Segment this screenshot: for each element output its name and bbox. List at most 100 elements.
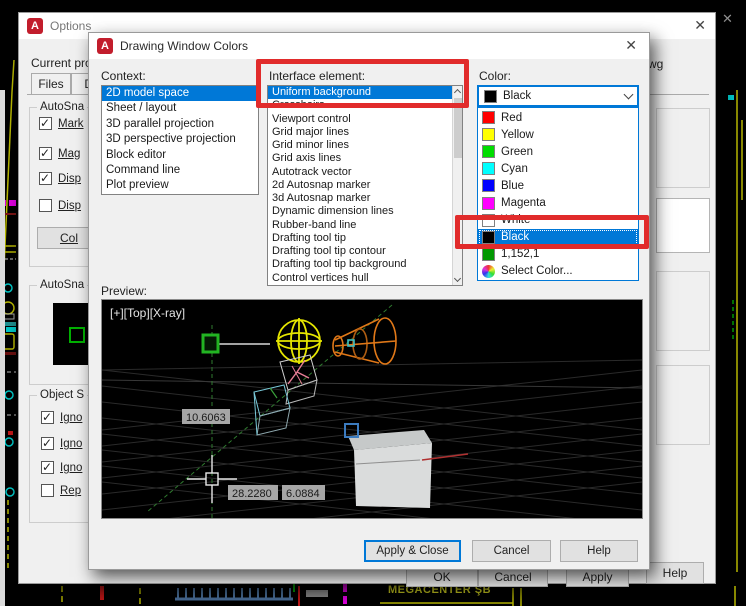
magnet-checkbox-row[interactable]: Mag (39, 146, 81, 160)
ignore-dimension-checkbox[interactable] (41, 436, 54, 450)
color-combobox[interactable]: Black (477, 85, 639, 107)
display-aperture-checkbox-label: Disp (58, 199, 82, 212)
interface-list-scrollbar[interactable] (452, 86, 462, 285)
context-item[interactable]: Block editor (102, 148, 258, 163)
blue-swatch (482, 179, 495, 193)
color-option-cyan[interactable]: Cyan (478, 160, 638, 177)
interface-item[interactable]: Drafting tool tip contour (268, 245, 452, 258)
autocad-screen: MEGACENTER ŞB ✕ A Options ✕ Current prof… (0, 0, 746, 606)
interface-item[interactable]: Drafting tool tip (268, 232, 452, 245)
interface-item[interactable]: Drafting tool tip background (268, 258, 452, 271)
color-option-blue[interactable]: Blue (478, 177, 638, 194)
color-dropdown-list[interactable]: Red Yellow Green Cyan Blue Magenta White… (477, 107, 639, 281)
color-option-label: Select Color... (501, 265, 573, 278)
options-help-button[interactable]: Help (646, 562, 704, 584)
coord-x-value: 28.2280 (232, 488, 272, 500)
context-item[interactable]: 3D perspective projection (102, 132, 258, 147)
right-list-stub (656, 198, 710, 253)
interface-item[interactable]: Grid minor lines (268, 139, 452, 152)
context-item[interactable]: Plot preview (102, 178, 258, 193)
preview-label: Preview: (101, 284, 148, 298)
color-option-label: 1,152,1 (501, 248, 540, 261)
tab-files[interactable]: Files (31, 73, 71, 94)
context-listbox[interactable]: 2D model space Sheet / layout 3D paralle… (101, 85, 259, 195)
apply-close-button[interactable]: Apply & Close (364, 540, 461, 562)
color-option-label: Blue (501, 179, 525, 192)
display-aperture-checkbox-row[interactable]: Disp (39, 199, 81, 212)
options-close-icon[interactable]: ✕ (694, 18, 706, 34)
interface-item[interactable]: Dynamic dimension lines (268, 205, 452, 218)
object-snap-options-group-label: Object S (37, 389, 88, 401)
interface-element-listbox[interactable]: Uniform background Crosshairs Viewport c… (267, 85, 463, 286)
ignore-dimension-checkbox-row[interactable]: Igno (41, 436, 82, 450)
color-option-label: Green (501, 145, 533, 158)
preview-scene: 10.6063 28.2280 6.0884 [+][Top][X-ray] (101, 304, 643, 543)
ignore-hatch-checkbox-label: Igno (60, 411, 83, 424)
dwc-help-button[interactable]: Help (560, 540, 638, 562)
current-drawing-label: wg (648, 57, 664, 71)
ignore-hatch-checkbox-row[interactable]: Igno (41, 410, 83, 424)
display-tooltip-checkbox[interactable] (39, 171, 52, 185)
color-option-red[interactable]: Red (478, 109, 638, 126)
magnet-checkbox-label: Mag (58, 147, 81, 160)
dwc-close-icon[interactable]: ✕ (625, 38, 637, 54)
context-item[interactable]: Sheet / layout (102, 101, 258, 116)
marker-checkbox-label: Mark (58, 117, 84, 130)
interface-item[interactable]: Control vertices hull (268, 272, 452, 285)
context-item[interactable]: 2D model space (102, 86, 258, 102)
interface-item[interactable]: Grid major lines (268, 126, 452, 139)
replace-z-checkbox-row[interactable]: Rep (41, 484, 81, 497)
cyan-swatch (482, 162, 495, 176)
options-cancel-button[interactable]: Cancel (478, 567, 548, 587)
right-group-1 (656, 108, 710, 188)
ignore-negative-checkbox-label: Igno (60, 461, 83, 474)
context-label: Context: (101, 69, 146, 83)
chevron-down-icon[interactable] (623, 89, 634, 99)
green-swatch (482, 145, 495, 159)
coord-z-value: 6.0884 (286, 488, 320, 500)
context-item[interactable]: Command line (102, 163, 258, 178)
replace-z-checkbox[interactable] (41, 484, 54, 497)
drawing-window-colors-dialog: A Drawing Window Colors ✕ Context: Inter… (88, 32, 650, 570)
autosnap-marker-size-group-label: AutoSna (37, 279, 88, 291)
marker-checkbox[interactable] (39, 116, 52, 130)
color-option-yellow[interactable]: Yellow (478, 126, 638, 143)
dwc-title: Drawing Window Colors (120, 39, 249, 53)
window-chevron-icon: ✕ (722, 12, 733, 27)
interface-item[interactable]: Autotrack vector (268, 166, 452, 179)
interface-item[interactable]: Rubber-band line (268, 219, 452, 232)
dwc-titlebar[interactable]: A Drawing Window Colors (89, 33, 649, 59)
ignore-negative-checkbox-row[interactable]: Igno (41, 460, 83, 474)
color-option-select-color[interactable]: Select Color... (478, 263, 638, 280)
context-item[interactable]: 3D parallel projection (102, 117, 258, 132)
ignore-negative-checkbox[interactable] (41, 460, 54, 474)
right-group-2 (656, 271, 710, 351)
color-option-magenta[interactable]: Magenta (478, 194, 638, 211)
camera-cone-glyph (332, 317, 397, 365)
autosnap-marker-sample (69, 327, 85, 343)
magnet-checkbox[interactable] (39, 146, 52, 160)
magenta-swatch (482, 196, 495, 210)
dwc-cancel-button[interactable]: Cancel (472, 540, 551, 562)
apply-button[interactable]: Apply (566, 567, 629, 587)
color-option-green[interactable]: Green (478, 143, 638, 160)
color-option-label: Cyan (501, 162, 528, 175)
marker-checkbox-row[interactable]: Mark (39, 116, 84, 130)
yellow-swatch (482, 128, 495, 142)
highlight-black-option (455, 215, 649, 249)
interface-item[interactable]: 3d Autosnap marker (268, 192, 452, 205)
interface-item[interactable]: Grid axis lines (268, 152, 452, 165)
coord-y-value: 10.6063 (186, 412, 226, 424)
display-aperture-checkbox[interactable] (39, 199, 52, 212)
autocad-dialog-icon: A (97, 38, 113, 54)
ok-button[interactable]: OK (406, 567, 478, 587)
color-option-label: Magenta (501, 197, 546, 210)
display-tooltip-checkbox-row[interactable]: Disp (39, 171, 82, 185)
left-panel-sliver (0, 90, 5, 606)
scroll-down-icon[interactable] (453, 274, 462, 283)
viewport-controls-label[interactable]: [+][Top][X-ray] (110, 306, 185, 320)
ignore-hatch-checkbox[interactable] (41, 410, 54, 424)
interface-item[interactable]: Viewport control (268, 113, 452, 126)
interface-item[interactable]: 2d Autosnap marker (268, 179, 452, 192)
display-tooltip-checkbox-label: Disp (58, 172, 82, 185)
